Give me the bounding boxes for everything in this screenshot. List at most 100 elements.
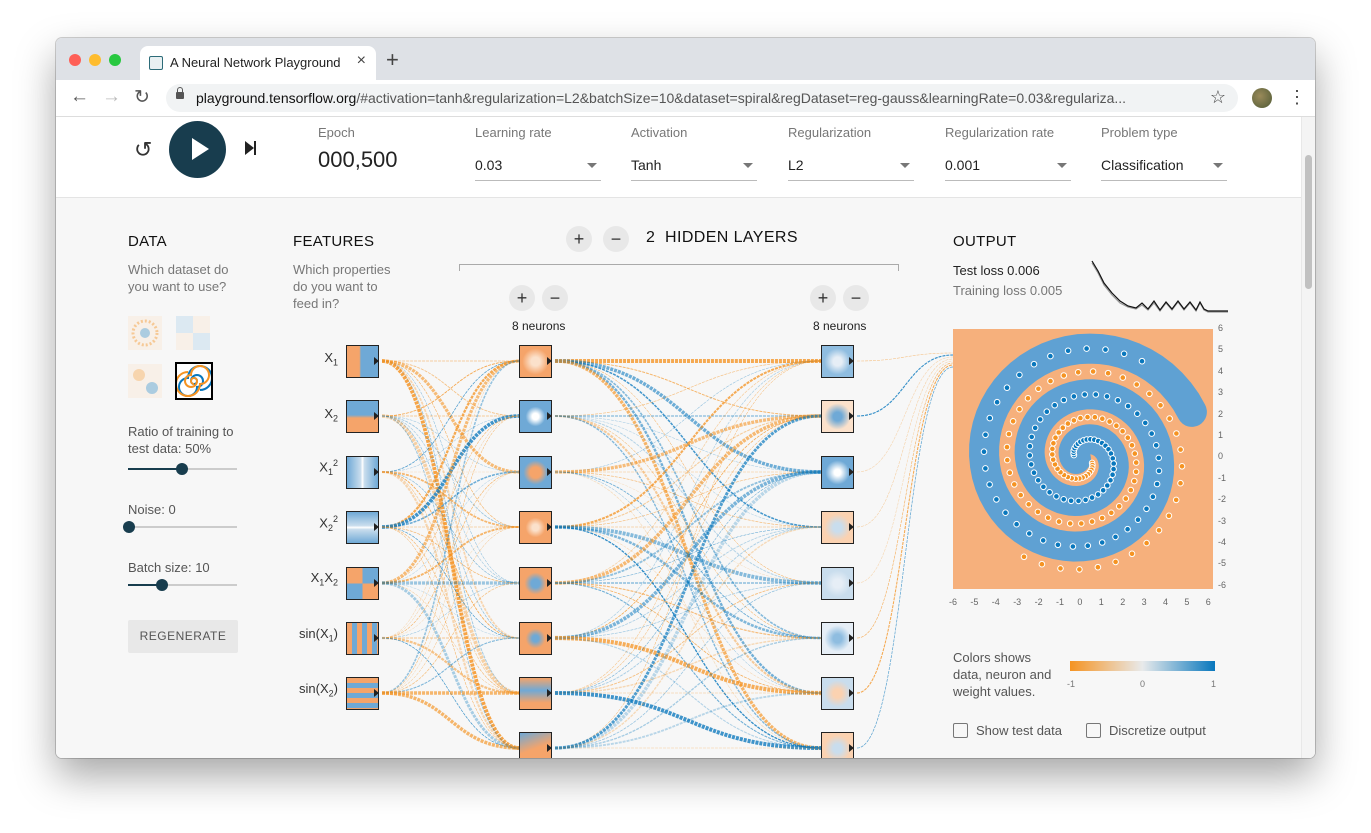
x-tick-label: -1 — [1056, 597, 1065, 607]
hidden2-node[interactable] — [821, 622, 854, 655]
feature-node-sinx1[interactable] — [346, 622, 379, 655]
y-tick-label: -4 — [1218, 537, 1227, 547]
y-tick-label: 2 — [1218, 408, 1224, 419]
y-tick-label: 0 — [1218, 451, 1224, 462]
network-link — [856, 362, 954, 639]
blue-data-point — [1124, 402, 1132, 410]
reload-button[interactable]: ↻ — [134, 86, 150, 109]
page-scrollbar[interactable] — [1301, 117, 1315, 758]
hidden1-node[interactable] — [519, 732, 552, 758]
feature-node-x1sq[interactable] — [346, 456, 379, 489]
orange-data-point — [1084, 413, 1091, 421]
browser-menu-icon[interactable]: ⋮ — [1288, 87, 1306, 108]
blue-data-point — [1094, 491, 1102, 498]
y-tick-label: -3 — [1218, 515, 1227, 526]
browser-tab[interactable]: A Neural Network Playground × — [140, 46, 376, 80]
hidden1-node[interactable] — [519, 400, 552, 433]
bookmark-star-icon[interactable]: ☆ — [1210, 87, 1226, 108]
hidden2-node[interactable] — [821, 400, 854, 433]
blue-data-point — [1138, 357, 1146, 365]
orange-data-point — [1074, 369, 1082, 376]
hidden2-node[interactable] — [821, 456, 854, 489]
hidden1-node[interactable] — [519, 567, 552, 600]
x-tick-label: 2 — [1120, 597, 1126, 607]
blue-data-point — [1070, 393, 1078, 400]
y-tick-label: -6 — [1218, 579, 1227, 590]
network-link — [856, 360, 954, 584]
discretize-output-checkbox[interactable]: Discretize output — [1086, 723, 1206, 738]
hidden1-node[interactable] — [519, 677, 552, 710]
hidden1-node[interactable] — [519, 511, 552, 544]
feature-node-sinx2[interactable] — [346, 677, 379, 710]
orange-data-point — [1099, 415, 1106, 422]
hidden2-node[interactable] — [821, 567, 854, 600]
network-link — [554, 470, 822, 750]
orange-data-point — [1155, 527, 1163, 534]
y-tick-label: 4 — [1218, 365, 1224, 376]
legend-line: data, neuron and — [953, 667, 1052, 682]
browser-window: A Neural Network Playground × + ← → ↻ pl… — [56, 38, 1315, 758]
hidden2-node[interactable] — [821, 345, 854, 378]
hidden1-node[interactable] — [519, 456, 552, 489]
orange-data-point — [1025, 501, 1032, 508]
show-test-label: Show test data — [976, 723, 1062, 738]
hidden2-node[interactable] — [821, 511, 854, 544]
feature-node-x2sq[interactable] — [346, 511, 379, 544]
close-window-button[interactable] — [69, 54, 81, 66]
hidden2-node[interactable] — [821, 732, 854, 758]
new-tab-button[interactable]: + — [386, 49, 399, 71]
hidden1-node[interactable] — [519, 622, 552, 655]
orange-data-point — [1088, 518, 1096, 525]
feature-node-x2[interactable] — [346, 400, 379, 433]
blue-data-point — [1013, 520, 1020, 528]
orange-data-point — [1173, 430, 1180, 437]
blue-data-point — [1067, 497, 1075, 505]
blue-data-point — [1046, 489, 1053, 496]
blue-data-point — [1075, 497, 1082, 505]
feature-label-sinx1: sin(X1) — [299, 626, 338, 644]
blue-data-point — [1028, 433, 1035, 441]
orange-data-point — [1076, 566, 1083, 573]
network-link — [381, 415, 520, 694]
feature-label-sinx2: sin(X2) — [299, 681, 338, 699]
blue-data-point — [1103, 393, 1111, 400]
blue-data-point — [1030, 360, 1038, 368]
orange-data-point — [1009, 418, 1017, 425]
orange-data-point — [1165, 512, 1173, 520]
orange-data-point — [1091, 413, 1099, 421]
profile-avatar[interactable] — [1252, 88, 1272, 108]
network-link — [856, 366, 954, 749]
orange-data-point — [1146, 390, 1153, 398]
orange-data-point — [1172, 496, 1180, 504]
discretize-label: Discretize output — [1109, 723, 1206, 738]
zoom-window-button[interactable] — [109, 54, 121, 66]
browser-toolbar: ← → ↻ playground.tensorflow.org/#activat… — [56, 80, 1315, 117]
orange-data-point — [1128, 550, 1136, 558]
tab-close-icon[interactable]: × — [357, 52, 366, 70]
forward-button[interactable]: → — [102, 86, 121, 108]
tab-title: A Neural Network Playground — [170, 55, 341, 70]
orange-data-point — [1049, 445, 1056, 453]
show-test-data-checkbox[interactable]: Show test data — [953, 723, 1062, 738]
output-heatmap — [953, 329, 1213, 589]
address-bar[interactable]: playground.tensorflow.org/#activation=ta… — [166, 84, 1238, 112]
orange-data-point — [1004, 456, 1011, 464]
orange-data-point — [1044, 514, 1052, 521]
back-button[interactable]: ← — [70, 86, 89, 108]
blue-data-point — [1040, 483, 1047, 491]
blue-data-point — [1107, 477, 1114, 484]
scrollbar-thumb[interactable] — [1305, 155, 1312, 289]
minimize-window-button[interactable] — [89, 54, 101, 66]
hidden2-node[interactable] — [821, 677, 854, 710]
hidden1-node[interactable] — [519, 345, 552, 378]
feature-node-x1[interactable] — [346, 345, 379, 378]
network-link — [554, 637, 822, 694]
orange-data-point — [1106, 418, 1113, 425]
blue-data-point — [1026, 530, 1033, 537]
blue-data-point — [1082, 496, 1089, 504]
orange-data-point — [1066, 520, 1074, 527]
y-tick-label: 5 — [1218, 344, 1224, 355]
orange-data-point — [1052, 434, 1059, 441]
url-text[interactable]: playground.tensorflow.org/#activation=ta… — [196, 90, 1206, 106]
feature-node-x1x2[interactable] — [346, 567, 379, 600]
